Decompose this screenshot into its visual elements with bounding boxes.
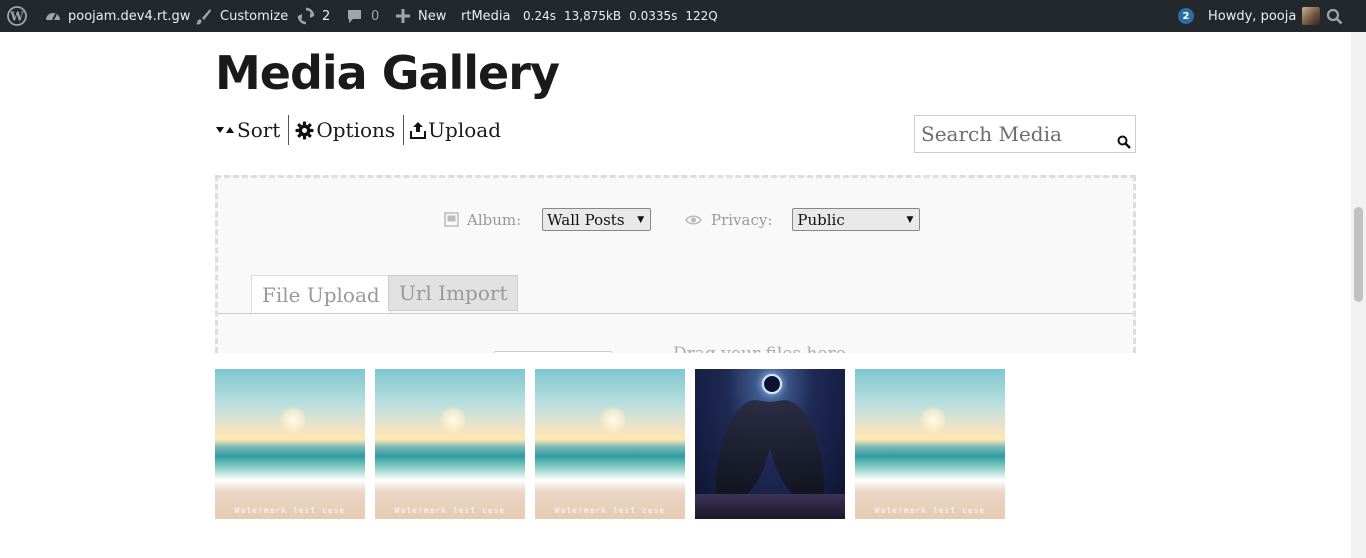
site-name-link[interactable]: poojam.dev4.rt.gw [44, 0, 190, 32]
toolbar-divider [403, 115, 405, 145]
scroll-thumb[interactable] [1354, 207, 1363, 302]
avatar [1302, 7, 1321, 25]
sun-graphic [600, 407, 626, 433]
brush-icon [196, 8, 211, 24]
media-thumbnail[interactable]: Watermark test case [855, 369, 1005, 519]
search-icon[interactable] [1117, 135, 1131, 149]
comment-icon [348, 9, 361, 23]
comments-count: 0 [371, 8, 380, 24]
media-thumbnail[interactable] [695, 369, 845, 519]
tab-url-import[interactable]: Url Import [388, 275, 519, 311]
rtmedia-link[interactable]: rtMedia [461, 0, 511, 32]
options-label: Options [316, 118, 396, 142]
dropdown-arrow-icon: ▼ [637, 214, 645, 225]
sort-icon [216, 127, 234, 133]
media-thumbnail[interactable]: Watermark test case [215, 369, 365, 519]
wordpress-logo-icon[interactable]: W [7, 0, 27, 32]
sort-label: Sort [237, 118, 281, 142]
comments-link[interactable]: 0 [346, 0, 379, 32]
options-button[interactable]: Options [295, 114, 403, 146]
drop-hint: Drag your files here [673, 344, 846, 353]
svg-text:W: W [9, 10, 24, 24]
upload-label: Upload [428, 118, 501, 142]
rtmedia-label: rtMedia [461, 8, 511, 24]
privacy-label: Privacy: [711, 210, 773, 229]
privacy-value: Public [797, 210, 845, 229]
media-thumbnail[interactable]: Watermark test case [535, 369, 685, 519]
ground-graphic [695, 494, 845, 519]
album-icon [444, 212, 459, 227]
page-title: Media Gallery [215, 46, 560, 100]
eye-icon [685, 215, 702, 224]
notifications-link[interactable]: 2 [1178, 0, 1194, 32]
debug-stats[interactable]: 0.24s 13,875kB 0.0335s 122Q [523, 0, 726, 32]
updates-link[interactable]: 2 [297, 0, 330, 32]
dashboard-icon [46, 13, 60, 21]
site-name: poojam.dev4.rt.gw [68, 8, 191, 24]
sort-button[interactable]: Sort [215, 114, 288, 146]
gallery-toolbar: Sort Options Upload [215, 114, 509, 146]
stat-memory: 13,875kB [563, 9, 622, 23]
sun-graphic [920, 407, 946, 433]
updates-count: 2 [322, 8, 331, 24]
search-input[interactable] [921, 120, 1111, 148]
new-content-link[interactable]: New [396, 0, 446, 32]
upload-button[interactable]: Upload [410, 114, 509, 146]
customize-label: Customize [220, 8, 289, 24]
stat-query-time: 0.0335s [629, 9, 678, 23]
new-label: New [418, 8, 447, 24]
album-label: Album: [467, 210, 522, 229]
gear-icon [295, 120, 314, 140]
stat-time: 0.24s [523, 9, 556, 23]
sun-graphic [440, 407, 466, 433]
toolbar-divider [288, 115, 290, 145]
upload-icon [410, 122, 427, 139]
updates-icon [297, 7, 315, 25]
moon-graphic [762, 374, 782, 394]
notifications-badge: 2 [1178, 8, 1194, 24]
plus-icon [396, 9, 410, 23]
watermark-text: Watermark test case [554, 506, 666, 515]
my-account-link[interactable]: Howdy, pooja [1208, 0, 1321, 32]
tab-file-upload[interactable]: File Upload [251, 275, 391, 314]
watermark-text: Watermark test case [874, 506, 986, 515]
admin-search-icon[interactable] [1326, 0, 1343, 32]
media-search [914, 115, 1136, 153]
watermark-text: Watermark test case [234, 506, 346, 515]
album-value: Wall Posts [547, 210, 625, 229]
watermark-text: Watermark test case [394, 506, 506, 515]
media-gallery: Watermark test case Watermark test case … [215, 369, 1015, 519]
wing-graphic [762, 396, 828, 507]
album-select[interactable]: Wall Posts ▼ [542, 208, 652, 231]
media-thumbnail[interactable]: Watermark test case [375, 369, 525, 519]
page-scrollbar[interactable] [1351, 32, 1366, 558]
album-field: Album: Wall Posts ▼ [444, 208, 652, 231]
tab-divider [218, 313, 1133, 314]
sun-graphic [280, 407, 306, 433]
customize-link[interactable]: Customize [195, 0, 288, 32]
privacy-select[interactable]: Public ▼ [792, 208, 921, 231]
privacy-field: Privacy: Public ▼ [685, 208, 921, 231]
upload-panel: Album: Wall Posts ▼ Privacy: Public ▼ Fi… [215, 175, 1136, 353]
admin-bar: W poojam.dev4.rt.gw Customize 2 0 New rt… [0, 0, 1366, 32]
stat-queries: 122Q [685, 9, 718, 23]
select-files-button[interactable] [493, 351, 613, 353]
howdy-label: Howdy, pooja [1208, 8, 1297, 24]
dropdown-arrow-icon: ▼ [906, 214, 914, 225]
